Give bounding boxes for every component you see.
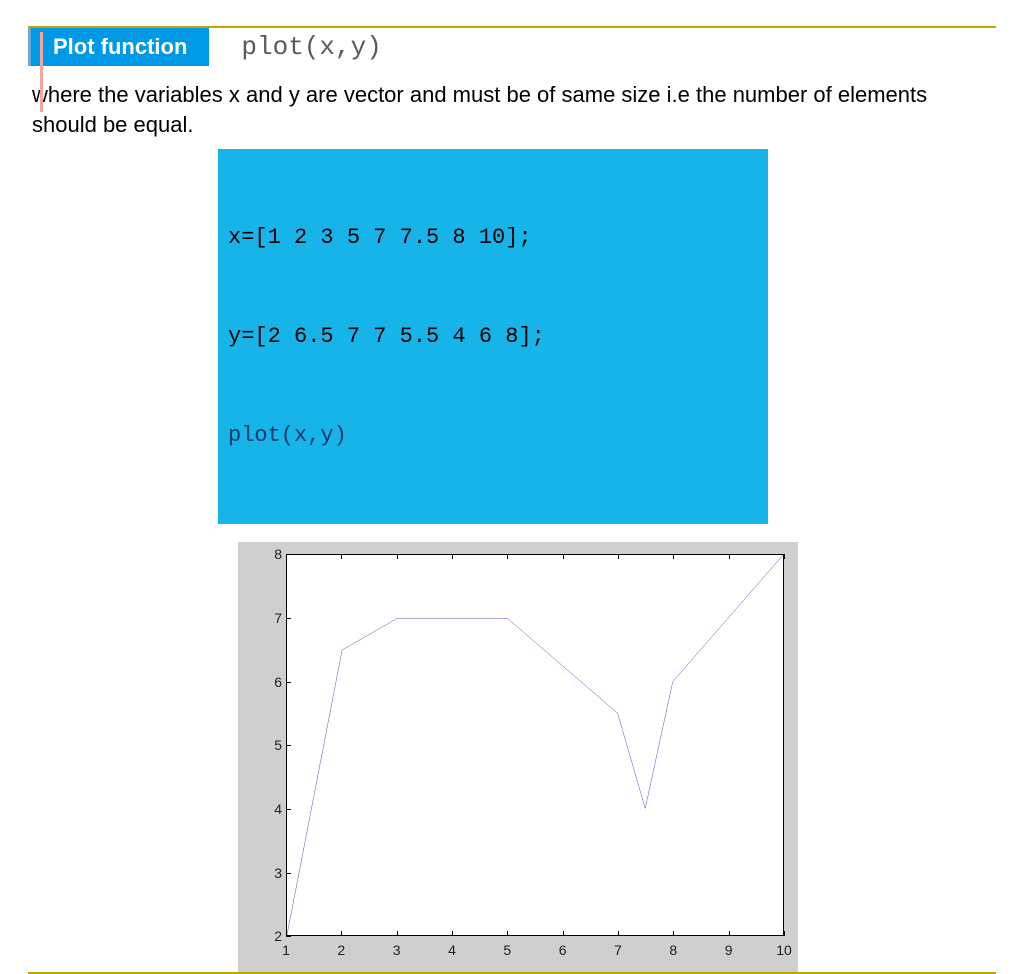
title-row: Plot function plot(x,y) xyxy=(28,28,996,66)
x-tick-mark-top xyxy=(784,554,785,559)
description-text: where the variables x and y are vector a… xyxy=(32,80,988,139)
section-badge: Plot function xyxy=(28,28,209,66)
x-tick-mark xyxy=(563,931,564,936)
code-line-3: plot(x,y) xyxy=(228,419,758,452)
y-tick-mark xyxy=(286,618,291,619)
x-tick-label: 8 xyxy=(669,942,677,958)
y-tick-label: 7 xyxy=(238,610,282,626)
x-tick-label: 10 xyxy=(776,942,792,958)
y-tick-label: 6 xyxy=(238,674,282,690)
x-tick-label: 1 xyxy=(282,942,290,958)
x-tick-label: 6 xyxy=(559,942,567,958)
code-line-2: y=[2 6.5 7 7 5.5 4 6 8]; xyxy=(228,320,758,353)
x-tick-mark xyxy=(397,931,398,936)
x-tick-mark xyxy=(618,931,619,936)
x-tick-mark-top xyxy=(673,554,674,559)
section-command: plot(x,y) xyxy=(209,28,381,66)
plot-axes xyxy=(286,554,784,936)
y-tick-label: 8 xyxy=(238,546,282,562)
x-tick-label: 9 xyxy=(725,942,733,958)
x-tick-mark xyxy=(286,931,287,936)
y-tick-mark xyxy=(286,873,291,874)
x-tick-label: 2 xyxy=(337,942,345,958)
x-tick-mark-top xyxy=(286,554,287,559)
x-tick-mark xyxy=(452,931,453,936)
x-tick-mark xyxy=(341,931,342,936)
x-tick-mark-top xyxy=(563,554,564,559)
x-tick-mark-top xyxy=(729,554,730,559)
x-tick-label: 7 xyxy=(614,942,622,958)
x-tick-mark xyxy=(507,931,508,936)
y-tick-label: 2 xyxy=(238,928,282,944)
accent-left-bar xyxy=(40,32,43,112)
y-tick-label: 5 xyxy=(238,737,282,753)
x-tick-mark xyxy=(784,931,785,936)
y-tick-mark xyxy=(286,936,291,937)
code-line-1: x=[1 2 3 5 7 7.5 8 10]; xyxy=(228,221,758,254)
x-tick-mark-top xyxy=(341,554,342,559)
x-tick-mark-top xyxy=(507,554,508,559)
x-tick-mark xyxy=(729,931,730,936)
y-tick-label: 3 xyxy=(238,865,282,881)
plot-figure: 234567812345678910 xyxy=(238,542,798,972)
y-tick-mark xyxy=(286,745,291,746)
y-tick-mark xyxy=(286,809,291,810)
code-block: x=[1 2 3 5 7 7.5 8 10]; y=[2 6.5 7 7 5.5… xyxy=(218,149,768,524)
plot-line-series xyxy=(287,555,783,935)
y-tick-label: 4 xyxy=(238,801,282,817)
x-tick-mark-top xyxy=(618,554,619,559)
x-tick-label: 4 xyxy=(448,942,456,958)
x-tick-mark xyxy=(673,931,674,936)
y-tick-mark xyxy=(286,682,291,683)
x-tick-label: 3 xyxy=(393,942,401,958)
x-tick-mark-top xyxy=(452,554,453,559)
x-tick-label: 5 xyxy=(503,942,511,958)
x-tick-mark-top xyxy=(397,554,398,559)
